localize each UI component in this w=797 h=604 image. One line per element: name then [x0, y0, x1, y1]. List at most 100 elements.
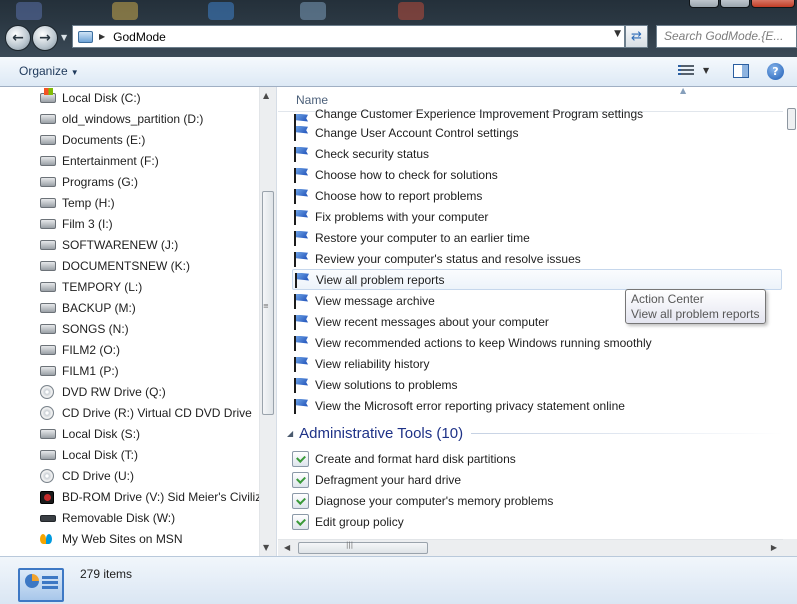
sidebar-item-label: Programs (G:): [62, 175, 139, 189]
sidebar-item-drive[interactable]: DVD RW Drive (Q:): [40, 382, 262, 402]
removable-disk-icon: [40, 514, 56, 522]
address-bar[interactable]: ▶ GodMode ▼: [72, 25, 625, 48]
collapse-triangle-icon[interactable]: ◢: [287, 429, 293, 438]
list-item[interactable]: Diagnose your computer's memory problems: [292, 490, 782, 511]
refresh-button[interactable]: ⇄: [625, 25, 648, 48]
sidebar-item-drive[interactable]: BD-ROM Drive (V:) Sid Meier's Civilizati…: [40, 487, 262, 507]
sidebar-item-label: FILM1 (P:): [62, 364, 119, 378]
navigation-scrollbar[interactable]: ▲ ≡ ▼: [259, 87, 276, 556]
sidebar-item-drive[interactable]: Local Disk (T:): [40, 445, 262, 465]
virtual-cd-icon: [40, 406, 54, 420]
scroll-down-icon[interactable]: ▼: [263, 543, 269, 552]
sidebar-item-drive[interactable]: Local Disk (S:): [40, 424, 262, 444]
scroll-up-icon[interactable]: ▲: [263, 91, 269, 100]
breadcrumb-godmode[interactable]: GodMode: [113, 30, 166, 44]
scroll-thumb[interactable]: [787, 108, 796, 130]
sidebar-item-drive[interactable]: Local Disk (C:): [40, 88, 262, 108]
item-label: Restore your computer to an earlier time: [315, 230, 530, 245]
sidebar-item-drive[interactable]: DOCUMENTSNEW (K:): [40, 256, 262, 276]
sidebar-item-label: old_windows_partition (D:): [62, 112, 204, 126]
hard-drive-icon: [40, 156, 56, 166]
sidebar-item-label: DVD RW Drive (Q:): [62, 385, 166, 399]
sidebar-item-drive[interactable]: FILM1 (P:): [40, 361, 262, 381]
forward-arrow-icon: →: [39, 30, 51, 46]
sidebar-item-label: Entertainment (F:): [62, 154, 159, 168]
hard-drive-icon: [40, 366, 56, 376]
list-item[interactable]: Edit group policy: [292, 511, 782, 532]
sidebar-item-drive[interactable]: Entertainment (F:): [40, 151, 262, 171]
sidebar-item-drive[interactable]: Removable Disk (W:): [40, 508, 262, 528]
command-bar: Organize ▼ ▼ ?: [0, 57, 797, 87]
flag-icon: [292, 377, 309, 393]
sidebar-item-label: BD-ROM Drive (V:) Sid Meier's Civilizati…: [62, 490, 262, 504]
sidebar-item-label: Local Disk (T:): [62, 448, 139, 462]
tooltip: Action Center View all problem reports: [625, 289, 766, 324]
item-label: Change Customer Experience Improvement P…: [315, 106, 644, 121]
minimize-button[interactable]: [689, 0, 719, 8]
list-item[interactable]: Choose how to check for solutions: [292, 164, 782, 185]
sidebar-item-drive[interactable]: My Web Sites on MSN: [40, 529, 262, 549]
list-item[interactable]: View reliability history: [292, 353, 782, 374]
list-item[interactable]: View solutions to problems: [292, 374, 782, 395]
msn-icon: [40, 532, 54, 546]
scroll-thumb[interactable]: [298, 542, 428, 554]
sidebar-item-drive[interactable]: Documents (E:): [40, 130, 262, 150]
sidebar-item-drive[interactable]: Temp (H:): [40, 193, 262, 213]
flag-icon: [292, 356, 309, 372]
hard-drive-icon: [40, 114, 56, 124]
list-item[interactable]: Choose how to report problems: [292, 185, 782, 206]
list-item[interactable]: Create and format hard disk partitions: [292, 448, 782, 469]
window-controls: [688, 0, 795, 8]
list-item[interactable]: Restore your computer to an earlier time: [292, 227, 782, 248]
list-item[interactable]: View the Microsoft error reporting priva…: [292, 395, 782, 416]
group-title: Administrative Tools (10): [299, 424, 464, 442]
sidebar-item-drive[interactable]: CD Drive (R:) Virtual CD DVD Drive: [40, 403, 262, 423]
recent-pages-dropdown[interactable]: ▼: [61, 33, 67, 42]
list-item[interactable]: Review your computer's status and resolv…: [292, 248, 782, 269]
preview-pane-icon[interactable]: [733, 64, 749, 78]
list-item[interactable]: Check security status: [292, 143, 782, 164]
sidebar-item-drive[interactable]: BACKUP (M:): [40, 298, 262, 318]
search-input[interactable]: Search GodMode.{E...: [656, 25, 797, 48]
item-count: 279 items: [80, 567, 133, 581]
list-item[interactable]: Change Customer Experience Improvement P…: [292, 103, 782, 129]
views-dropdown-icon[interactable]: ▼: [703, 66, 709, 75]
flag-icon: [292, 146, 309, 162]
background-thumbnails: [0, 0, 480, 22]
sidebar-item-drive[interactable]: FILM2 (O:): [40, 340, 262, 360]
refresh-icon: ⇄: [631, 29, 642, 44]
views-icon[interactable]: [678, 65, 694, 78]
sidebar-item-drive[interactable]: TEMPORY (L:): [40, 277, 262, 297]
list-item[interactable]: Change User Account Control settings: [292, 122, 782, 143]
sidebar-item-drive[interactable]: SONGS (N:): [40, 319, 262, 339]
maximize-button[interactable]: [720, 0, 750, 8]
list-item[interactable]: Fix problems with your computer: [292, 206, 782, 227]
item-label: Choose how to check for solutions: [315, 167, 498, 182]
list-item[interactable]: View recommended actions to keep Windows…: [292, 332, 782, 353]
control-panel-large-icon: [18, 568, 64, 602]
content-scrollbar[interactable]: [783, 104, 797, 539]
sidebar-item-drive[interactable]: Film 3 (I:): [40, 214, 262, 234]
sidebar-item-label: Documents (E:): [62, 133, 146, 147]
help-icon[interactable]: ?: [767, 63, 784, 80]
list-item[interactable]: View all problem reports: [292, 269, 782, 290]
sidebar-item-drive[interactable]: CD Drive (U:): [40, 466, 262, 486]
flag-icon: [292, 167, 309, 183]
scroll-right-icon[interactable]: ▶: [771, 543, 777, 552]
horizontal-scrollbar[interactable]: ◀ ||| ▶: [278, 539, 783, 556]
group-header-administrative-tools[interactable]: ◢ Administrative Tools (10): [287, 423, 783, 443]
chevron-down-icon: ▼: [70, 68, 79, 77]
close-button[interactable]: [751, 0, 795, 8]
address-dropdown-icon[interactable]: ▼: [614, 29, 621, 39]
back-button[interactable]: ←: [5, 25, 31, 51]
flag-icon: [292, 188, 309, 204]
organize-button[interactable]: Organize ▼: [19, 64, 79, 78]
sidebar-item-drive[interactable]: SOFTWARENEW (J:): [40, 235, 262, 255]
breadcrumb-chevron-icon[interactable]: ▶: [99, 32, 105, 41]
forward-button[interactable]: →: [32, 25, 58, 51]
tooltip-title: Action Center: [631, 292, 704, 306]
list-item[interactable]: Defragment your hard drive: [292, 469, 782, 490]
scroll-left-icon[interactable]: ◀: [284, 543, 290, 552]
sidebar-item-drive[interactable]: old_windows_partition (D:): [40, 109, 262, 129]
sidebar-item-drive[interactable]: Programs (G:): [40, 172, 262, 192]
